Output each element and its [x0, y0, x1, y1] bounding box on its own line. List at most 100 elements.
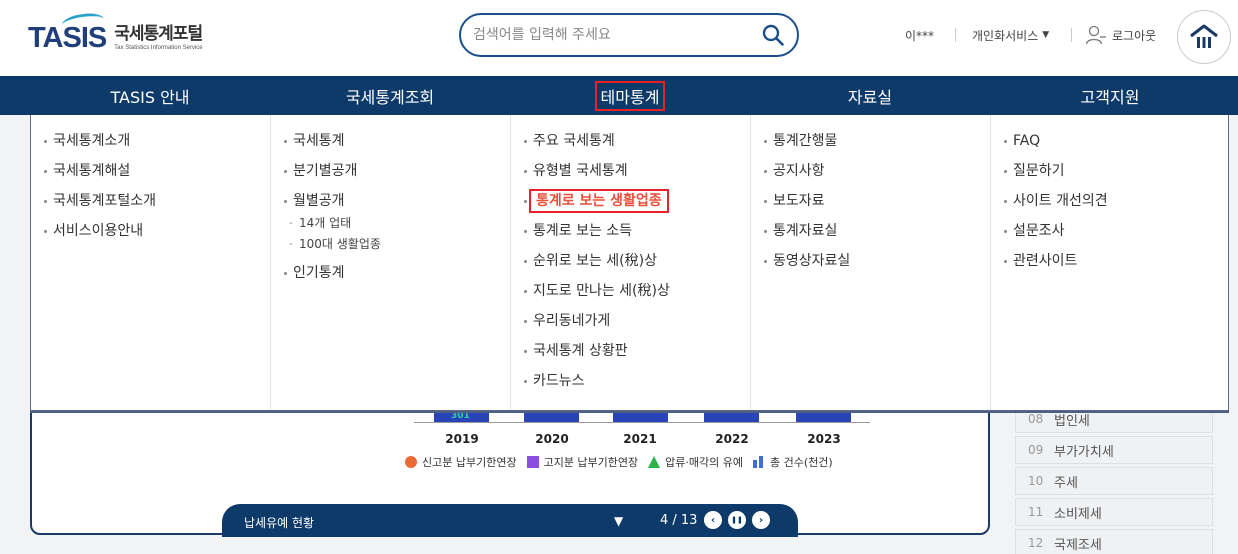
personal-service-menu[interactable]: 개인화서비스 ▼	[972, 25, 1049, 45]
list-item[interactable]: 09 부가가치세	[1015, 436, 1213, 464]
menu-item[interactable]: 통계로 보는 소득	[511, 220, 750, 250]
chart-footer-bar: 납세유예 현황 ▼ 4 / 13 ‹ ❚❚ ›	[222, 504, 798, 537]
gnb-theme-stats[interactable]: 테마통계	[510, 76, 750, 115]
menu-item[interactable]: 분기별공개	[271, 160, 510, 190]
menu-item[interactable]: 인기통계	[271, 262, 510, 292]
gnb-tasis-info[interactable]: TASIS 안내	[30, 76, 270, 115]
list-item[interactable]: 10 주세	[1015, 467, 1213, 495]
legend-item[interactable]: 고지분 납부기한연장	[526, 454, 639, 470]
list-item[interactable]: 11 소비제세	[1015, 498, 1213, 526]
menu-item[interactable]: 동영상자료실	[751, 250, 990, 280]
menu-item[interactable]: 지도로 만나는 세(稅)상	[511, 280, 750, 310]
menu-item[interactable]: 국세통계소개	[31, 130, 270, 160]
gnb-label: 국세통계조회	[345, 87, 435, 107]
home-button[interactable]	[1177, 10, 1231, 64]
gnb-label: 고객지원	[1080, 87, 1140, 107]
bar-2022	[704, 412, 759, 422]
legend-item[interactable]: 신고분 납부기한연장	[405, 454, 517, 470]
gnb-label: 테마통계	[594, 80, 666, 111]
next-button[interactable]: ›	[752, 511, 770, 529]
bar-2020	[524, 412, 579, 422]
menu-item[interactable]: 우리동네가게	[511, 310, 750, 340]
search-button[interactable]	[761, 23, 785, 47]
menu-item[interactable]: 월별공개	[271, 190, 510, 214]
menu-item[interactable]: 순위로 보는 세(稅)상	[511, 250, 750, 280]
list-item-number: 11	[1028, 505, 1044, 519]
gnb-customer-support[interactable]: 고객지원	[990, 76, 1230, 115]
list-item-label: 부가가치세	[1054, 444, 1114, 460]
legend-item[interactable]: 총 건수(천건)	[753, 454, 833, 470]
user-icon	[1085, 25, 1106, 45]
menu-item[interactable]: 국세통계포털소개	[31, 190, 270, 220]
pause-button[interactable]: ❚❚	[728, 511, 746, 529]
chart-select-dropdown[interactable]: ▼	[614, 514, 623, 528]
menu-item[interactable]: 관련사이트	[991, 250, 1231, 280]
x-axis	[414, 422, 870, 423]
list-item-label: 법인세	[1054, 413, 1090, 429]
menu-item[interactable]: 카드뉴스	[511, 370, 750, 400]
menu-item[interactable]: 국세통계	[271, 130, 510, 160]
menu-item[interactable]: 주요 국세통계	[511, 130, 750, 160]
list-item-number: 10	[1028, 474, 1044, 488]
search-icon	[762, 24, 784, 46]
chart-legend: 신고분 납부기한연장 고지분 납부기한연장 압류·매각의 유예 총 건수(천건)	[405, 454, 843, 470]
bar-data-label: 301	[451, 411, 470, 421]
menu-item[interactable]: 서비스이용안내	[31, 220, 270, 250]
prev-button[interactable]: ‹	[704, 511, 722, 529]
x-tick-label: 2020	[535, 432, 569, 446]
logo-text: 국세통계포털 Tax Statistics Information Servic…	[114, 24, 203, 52]
menu-item[interactable]: 통계간행물	[751, 130, 990, 160]
legend-item[interactable]: 압류·매각의 유예	[648, 454, 743, 470]
legend-label: 압류·매각의 유예	[665, 456, 743, 469]
list-item-number: 12	[1028, 536, 1044, 550]
list-item-label: 주세	[1054, 475, 1078, 491]
menu-item[interactable]: FAQ	[991, 130, 1231, 160]
chart-title: 납세유예 현황	[244, 516, 315, 530]
x-tick-label: 2023	[807, 432, 841, 446]
mega-menu: 국세통계소개 국세통계해설 국세통계포털소개 서비스이용안내 국세통계 분기별공…	[30, 115, 1229, 411]
menu-item-life-business[interactable]: 통계로 보는 생활업종	[511, 189, 750, 220]
legend-label: 고지분 납부기한연장	[543, 456, 639, 469]
util-divider	[955, 28, 956, 42]
global-nav: TASIS 안내 국세통계조회 테마통계 자료실 고객지원	[0, 76, 1238, 115]
menu-item[interactable]: 사이트 개선의견	[991, 190, 1231, 220]
caret-down-icon: ▼	[1042, 30, 1050, 40]
menu-item[interactable]: 국세통계 상황판	[511, 340, 750, 370]
mega-col-tax-stats-search: 국세통계 분기별공개 월별공개 14개 업태 100대 생활업종 인기통계	[271, 115, 511, 410]
x-tick-label: 2019	[445, 432, 479, 446]
user-name: 이***	[905, 28, 935, 43]
legend-label: 총 건수(천건)	[770, 456, 833, 469]
square-marker-icon	[526, 456, 539, 468]
util-divider	[1071, 28, 1072, 42]
bar-marker-icon	[753, 456, 765, 468]
search-box	[459, 13, 799, 57]
site-logo[interactable]: TASIS 국세통계포털 Tax Statistics Information …	[28, 11, 203, 56]
logout-button[interactable]: 로그아웃	[1085, 25, 1156, 45]
logo-mark: TASIS	[28, 11, 107, 56]
menu-item[interactable]: 유형별 국세통계	[511, 160, 750, 190]
gnb-archive[interactable]: 자료실	[750, 76, 990, 115]
menu-item[interactable]: 보도자료	[751, 190, 990, 220]
menu-item[interactable]: 질문하기	[991, 160, 1231, 190]
bar-2021	[613, 412, 668, 422]
menu-item[interactable]: 통계자료실	[751, 220, 990, 250]
search-input[interactable]	[473, 24, 753, 46]
gnb-label: 자료실	[847, 87, 893, 107]
gnb-tax-stats-search[interactable]: 국세통계조회	[270, 76, 510, 115]
list-item[interactable]: 12 국제조세	[1015, 529, 1213, 554]
sub-menu-item[interactable]: 14개 업태	[271, 214, 510, 235]
list-item-label: 국제조세	[1054, 537, 1102, 553]
x-tick-label: 2022	[715, 432, 749, 446]
mega-col-archive: 통계간행물 공지사항 보도자료 통계자료실 동영상자료실	[751, 115, 991, 410]
personal-service-label: 개인화서비스	[972, 28, 1039, 43]
list-item-number: 08	[1028, 412, 1044, 426]
logout-label: 로그아웃	[1112, 28, 1157, 43]
mega-col-theme-stats: 주요 국세통계 유형별 국세통계 통계로 보는 생활업종 통계로 보는 소득 순…	[511, 115, 751, 410]
mega-col-tasis-info: 국세통계소개 국세통계해설 국세통계포털소개 서비스이용안내	[31, 115, 271, 410]
sub-menu-item[interactable]: 100대 생활업종	[271, 235, 510, 256]
menu-item[interactable]: 국세통계해설	[31, 160, 270, 190]
menu-item[interactable]: 설문조사	[991, 220, 1231, 250]
x-tick-label: 2021	[623, 432, 657, 446]
menu-item[interactable]: 공지사항	[751, 160, 990, 190]
bar-2023	[796, 412, 851, 422]
